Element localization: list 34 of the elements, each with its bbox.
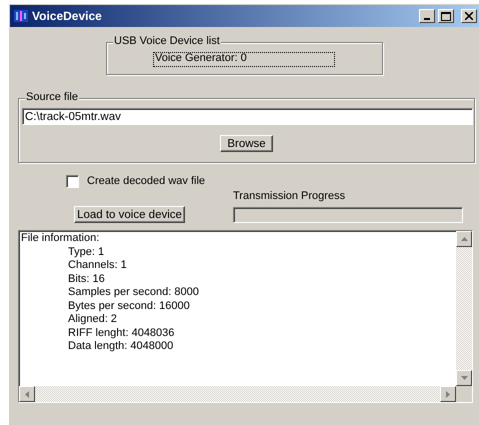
left-arrow-icon xyxy=(25,390,29,398)
load-button[interactable]: Load to voice device xyxy=(74,206,185,224)
info-heading: File information: xyxy=(21,232,100,246)
scroll-down-button[interactable] xyxy=(456,370,472,386)
info-line: Type: 1 xyxy=(68,246,104,260)
scrollbar-corner xyxy=(456,386,472,402)
horizontal-scrollbar[interactable] xyxy=(19,386,456,402)
scroll-up-button[interactable] xyxy=(456,231,472,248)
close-icon xyxy=(465,12,473,20)
right-arrow-icon xyxy=(446,390,450,398)
app-icon xyxy=(13,8,29,24)
file-path-field[interactable]: C:\track-05mtr.wav xyxy=(22,108,473,125)
maximize-button[interactable] xyxy=(438,9,454,23)
scroll-left-button[interactable] xyxy=(19,386,35,402)
info-line: RIFF lenght: 4048036 xyxy=(68,326,174,340)
vertical-scrollbar[interactable] xyxy=(456,231,472,386)
browse-button[interactable]: Browse xyxy=(220,135,273,152)
scroll-right-button[interactable] xyxy=(440,386,456,402)
down-arrow-icon xyxy=(460,376,468,380)
progress-label: Transmission Progress xyxy=(233,190,346,204)
close-button[interactable] xyxy=(461,9,477,23)
info-line: Channels: 1 xyxy=(68,259,127,273)
window-title: VoiceDevice xyxy=(32,8,103,24)
info-line: Data length: 4048000 xyxy=(68,340,174,354)
info-line: Bits: 16 xyxy=(68,272,105,286)
info-line: Samples per second: 8000 xyxy=(68,286,199,300)
info-line: Aligned: 2 xyxy=(68,313,117,327)
minimize-button[interactable] xyxy=(419,9,435,23)
checkbox-label[interactable]: Create decoded wav file xyxy=(87,175,206,188)
maximize-icon xyxy=(441,12,451,20)
info-line: Bytes per second: 16000 xyxy=(68,300,190,314)
up-arrow-icon xyxy=(460,237,468,242)
device-list-item[interactable]: Voice Generator: 0 xyxy=(153,52,335,67)
checkbox[interactable] xyxy=(66,175,79,188)
